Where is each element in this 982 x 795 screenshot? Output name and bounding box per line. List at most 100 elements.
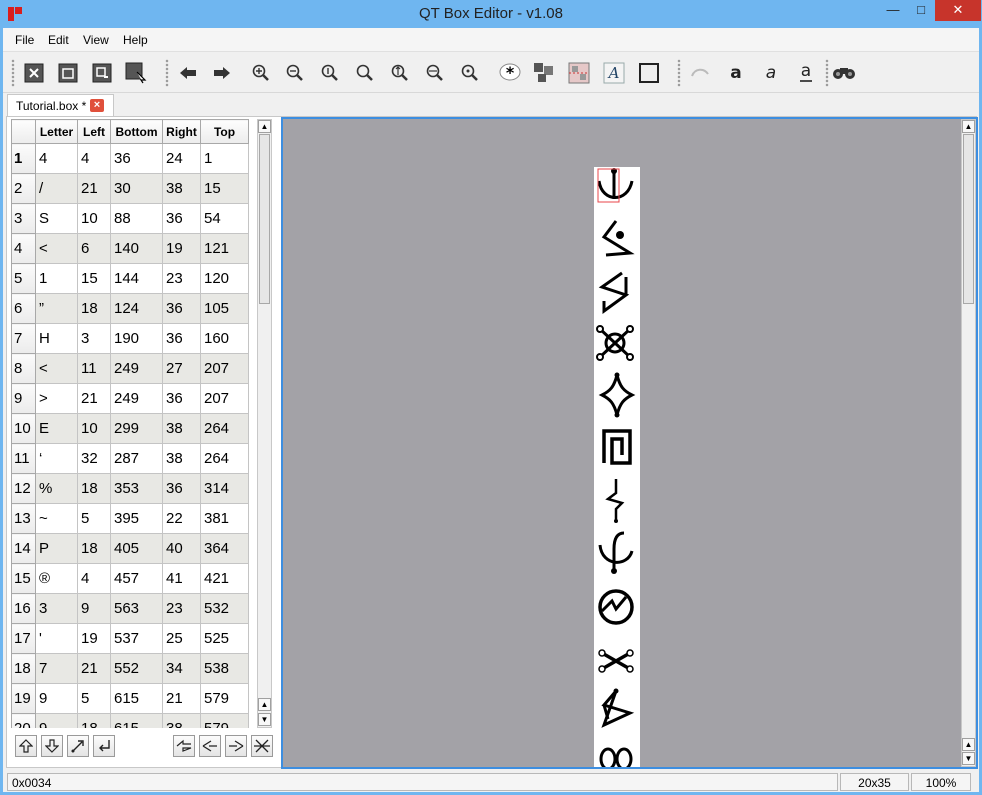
- table-cell[interactable]: 21: [77, 383, 111, 414]
- table-cell[interactable]: 24: [162, 143, 201, 174]
- table-cell[interactable]: 5: [77, 683, 111, 714]
- row-header[interactable]: 15: [11, 563, 36, 594]
- table-cell[interactable]: ': [35, 623, 78, 654]
- zoom-fit-icon[interactable]: [352, 60, 378, 86]
- save-as-icon[interactable]: [89, 60, 115, 86]
- circle-cross-glyph[interactable]: [594, 319, 640, 369]
- table-cell[interactable]: 19: [77, 623, 111, 654]
- menu-file[interactable]: File: [15, 33, 34, 47]
- scroll-down-arrow[interactable]: ▼: [962, 752, 975, 765]
- table-cell[interactable]: 537: [110, 623, 163, 654]
- table-cell[interactable]: 36: [162, 383, 201, 414]
- table-cell[interactable]: 21: [162, 683, 201, 714]
- triangle-glyph[interactable]: [594, 685, 640, 735]
- table-row[interactable]: 2091861538579: [11, 713, 249, 728]
- table-cell[interactable]: 36: [162, 203, 201, 234]
- table-cell[interactable]: 23: [162, 593, 201, 624]
- table-cell[interactable]: 615: [110, 683, 163, 714]
- diamond-glyph[interactable]: [594, 371, 640, 421]
- table-cell[interactable]: 525: [200, 623, 249, 654]
- table-cell[interactable]: 34: [162, 653, 201, 684]
- table-cell[interactable]: ”: [35, 293, 78, 324]
- table-cell[interactable]: 299: [110, 413, 163, 444]
- undo-icon[interactable]: [687, 60, 713, 86]
- draw-rect-icon[interactable]: [636, 60, 662, 86]
- table-cell[interactable]: 10: [77, 413, 111, 444]
- next-icon[interactable]: [209, 60, 235, 86]
- split-icon[interactable]: [566, 60, 592, 86]
- row-header[interactable]: 12: [11, 473, 36, 504]
- scroll-down-arrow[interactable]: ▲: [258, 698, 271, 711]
- row-header[interactable]: 2: [11, 173, 36, 204]
- table-cell[interactable]: 41: [162, 563, 201, 594]
- table-cell[interactable]: 36: [162, 323, 201, 354]
- table-cell[interactable]: 36: [162, 293, 201, 324]
- table-cell[interactable]: 36: [162, 473, 201, 504]
- bold-icon[interactable]: a: [723, 60, 749, 86]
- row-header[interactable]: 9: [11, 383, 36, 414]
- maximize-button[interactable]: □: [908, 0, 934, 21]
- table-cell[interactable]: 38: [162, 173, 201, 204]
- title-bar[interactable]: QT Box Editor - v1.08 — □ ✕: [0, 0, 982, 28]
- table-cell[interactable]: 144: [110, 263, 163, 294]
- toolbar-grip[interactable]: [165, 59, 169, 87]
- table-cell[interactable]: 364: [200, 533, 249, 564]
- table-cell[interactable]: <: [35, 353, 78, 384]
- table-cell[interactable]: 10: [77, 203, 111, 234]
- table-cell[interactable]: %: [35, 473, 78, 504]
- table-row[interactable]: 7 H 3 190 36 160: [11, 323, 249, 354]
- table-cell[interactable]: 54: [200, 203, 249, 234]
- table-cell[interactable]: 140: [110, 233, 163, 264]
- table-cell[interactable]: 7: [35, 653, 78, 684]
- table-cell[interactable]: 21: [77, 173, 111, 204]
- table-row[interactable]: 10 E 10 299 38 264: [11, 413, 249, 444]
- header-bottom[interactable]: Bottom: [110, 119, 163, 144]
- table-row[interactable]: 3 S 10 88 36 54: [11, 203, 249, 234]
- row-header[interactable]: 10: [11, 413, 36, 444]
- table-cell[interactable]: 552: [110, 653, 163, 684]
- table-cell[interactable]: 207: [200, 383, 249, 414]
- zoom-original-icon[interactable]: [317, 60, 343, 86]
- row-header[interactable]: 4: [11, 233, 36, 264]
- table-row[interactable]: 16 3 9 563 23 532: [11, 593, 249, 624]
- table-cell[interactable]: 190: [110, 323, 163, 354]
- table-cell[interactable]: 18: [77, 293, 111, 324]
- circle-zigzag-glyph[interactable]: [594, 581, 640, 631]
- table-cell[interactable]: 32: [77, 443, 111, 474]
- save-icon[interactable]: [55, 60, 81, 86]
- scroll-thumb[interactable]: [963, 134, 974, 304]
- table-row[interactable]: 19 9 5 615 21 579: [11, 683, 249, 714]
- toolbar-grip[interactable]: [677, 59, 681, 87]
- table-cell[interactable]: 30: [110, 173, 163, 204]
- table-row[interactable]: 9 >21 249 36 207: [11, 383, 249, 414]
- table-cell[interactable]: 457: [110, 563, 163, 594]
- row-header[interactable]: 18: [11, 653, 36, 684]
- zigzag-glyph[interactable]: [594, 475, 640, 525]
- table-cell[interactable]: 395: [110, 503, 163, 534]
- row-header[interactable]: 20: [11, 713, 36, 728]
- table-cell[interactable]: <: [35, 233, 78, 264]
- table-cell[interactable]: 18: [77, 713, 111, 728]
- row-header[interactable]: 7: [11, 323, 36, 354]
- table-cell[interactable]: 36: [110, 143, 163, 174]
- table-cell[interactable]: 264: [200, 443, 249, 474]
- menu-view[interactable]: View: [83, 33, 109, 47]
- spiral-square-glyph[interactable]: [594, 423, 640, 473]
- image-viewer[interactable]: [281, 117, 978, 769]
- scroll-thumb[interactable]: [259, 134, 270, 304]
- table-cell[interactable]: P: [35, 533, 78, 564]
- table-row[interactable]: 14 P 18 405 40 364: [11, 533, 249, 564]
- table-cell[interactable]: 25: [162, 623, 201, 654]
- table-cell[interactable]: 21: [77, 653, 111, 684]
- table-row[interactable]: 17 ' 19 537 25 525: [11, 623, 249, 654]
- table-cell[interactable]: 18: [77, 533, 111, 564]
- table-cell[interactable]: 4: [77, 563, 111, 594]
- table-cell[interactable]: 27: [162, 353, 201, 384]
- table-cell[interactable]: 538: [200, 653, 249, 684]
- minimize-button[interactable]: —: [880, 0, 906, 21]
- table-cell[interactable]: 124: [110, 293, 163, 324]
- table-row[interactable]: 1 4 4 36 24 1: [11, 143, 249, 174]
- row-header[interactable]: 14: [11, 533, 36, 564]
- bow-glyph[interactable]: [594, 167, 640, 217]
- table-cell[interactable]: 19: [162, 233, 201, 264]
